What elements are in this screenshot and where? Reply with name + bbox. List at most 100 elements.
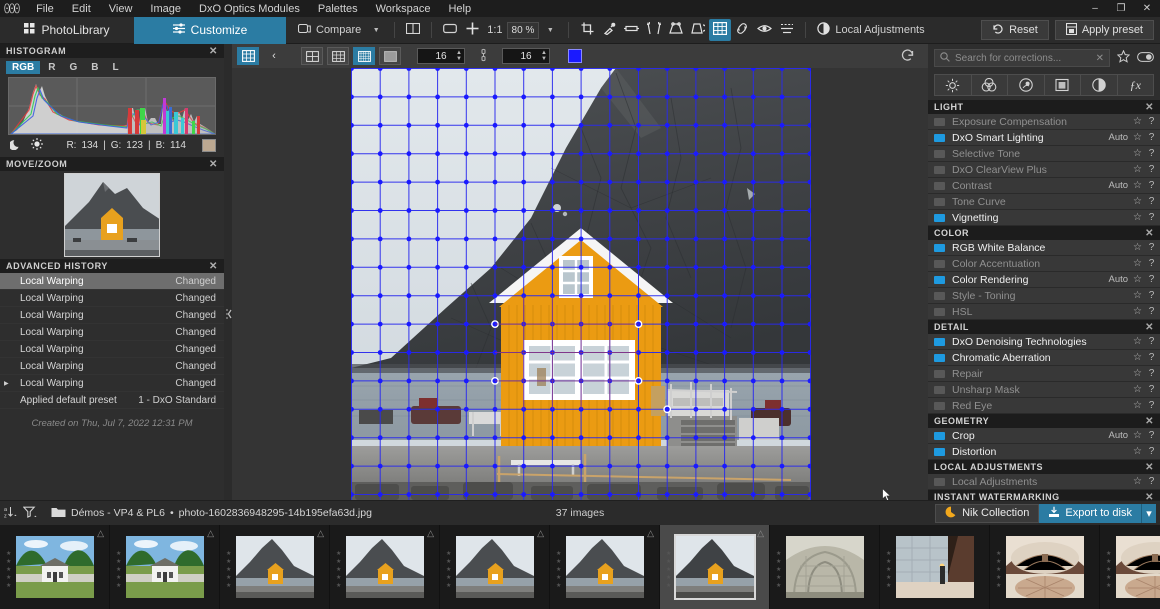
star-icon[interactable]: ☆	[1133, 196, 1148, 207]
menu-item-help[interactable]: Help	[439, 1, 480, 17]
help-icon[interactable]: ?	[1148, 336, 1155, 347]
toggle-switch[interactable]	[934, 182, 945, 190]
eyedropper-tool-button[interactable]	[598, 19, 620, 41]
section-header-color[interactable]: COLOR✕	[928, 226, 1160, 240]
split-view-button[interactable]	[402, 19, 424, 41]
grid-density-medium-button[interactable]	[327, 47, 349, 65]
help-icon[interactable]: ?	[1148, 400, 1155, 411]
help-icon[interactable]: ?	[1148, 290, 1155, 301]
correction-row-rgb-white-balance[interactable]: RGB White Balance☆?	[928, 240, 1160, 256]
compare-dropdown[interactable]: ▼	[365, 19, 387, 41]
correction-row-red-eye[interactable]: Red Eye☆?	[928, 398, 1160, 414]
histogram-tab-r[interactable]: R	[42, 61, 61, 74]
breadcrumb-file[interactable]: photo-1602836948295-14b195efa63d.jpg	[179, 507, 372, 519]
horizon-tool-button[interactable]	[620, 19, 643, 41]
apply-preset-button[interactable]: Apply preset	[1055, 20, 1154, 40]
toggle-switch[interactable]	[934, 134, 945, 142]
rating-stars[interactable]: ★★★★★	[1106, 551, 1111, 589]
help-icon[interactable]: ?	[1148, 242, 1155, 253]
filter-icon[interactable]	[23, 506, 37, 521]
repair-tool-button[interactable]	[731, 19, 753, 41]
category-tab-local-adjustments[interactable]	[1081, 75, 1118, 95]
help-icon[interactable]: ?	[1148, 212, 1155, 223]
toggle-switch[interactable]	[934, 260, 945, 268]
history-row[interactable]: Local WarpingChanged	[0, 324, 224, 341]
correction-row-selective-tone[interactable]: Selective Tone☆?	[928, 146, 1160, 162]
section-header-local-adjustments[interactable]: LOCAL ADJUSTMENTS✕	[928, 460, 1160, 474]
rating-stars[interactable]: ★★★★★	[666, 551, 671, 589]
rating-stars[interactable]: ★★★★★	[556, 551, 561, 589]
close-icon[interactable]: ✕	[209, 261, 218, 272]
close-icon[interactable]: ✕	[209, 159, 218, 170]
menu-item-view[interactable]: View	[100, 1, 142, 17]
star-icon[interactable]: ☆	[1133, 306, 1148, 317]
toggle-switch[interactable]	[934, 198, 945, 206]
reset-arrow-icon[interactable]	[900, 48, 915, 65]
histogram-tab-rgb[interactable]: RGB	[6, 61, 40, 74]
toggle-switch[interactable]	[934, 354, 945, 362]
correction-row-dxo-smart-lighting[interactable]: DxO Smart LightingAuto☆?	[928, 130, 1160, 146]
warp-grid-tool-toggle[interactable]	[237, 47, 259, 65]
help-icon[interactable]: ?	[1148, 116, 1155, 127]
star-icon[interactable]	[1117, 50, 1130, 66]
history-row[interactable]: ▶Local WarpingChanged	[0, 375, 224, 392]
correction-row-style-toning[interactable]: Style - Toning☆?	[928, 288, 1160, 304]
history-row[interactable]: Local WarpingChanged	[0, 341, 224, 358]
maximize-button[interactable]: ❐	[1108, 0, 1134, 17]
rating-stars[interactable]: ★★★★★	[886, 551, 891, 589]
menu-item-file[interactable]: File	[27, 1, 63, 17]
toggle-switch[interactable]	[934, 118, 945, 126]
filmstrip-item[interactable]: ★★★★★ △	[550, 525, 660, 609]
perspective-4pt-button[interactable]	[665, 19, 687, 41]
star-icon[interactable]: ☆	[1133, 132, 1148, 143]
crop-tool-button[interactable]	[576, 19, 598, 41]
star-icon[interactable]: ☆	[1133, 180, 1148, 191]
correction-row-hsl[interactable]: HSL☆?	[928, 304, 1160, 320]
rating-stars[interactable]: ★★★★★	[776, 551, 781, 589]
star-icon[interactable]: ☆	[1133, 274, 1148, 285]
close-icon[interactable]: ✕	[1145, 462, 1154, 473]
correction-row-contrast[interactable]: ContrastAuto☆?	[928, 178, 1160, 194]
category-tab-detail[interactable]	[1008, 75, 1045, 95]
close-icon[interactable]: ✕	[1096, 53, 1104, 64]
histogram-palette-header[interactable]: HISTOGRAM ✕	[0, 44, 224, 58]
toggle-switch[interactable]	[934, 432, 945, 440]
toggle-switch[interactable]	[934, 478, 945, 486]
rating-stars[interactable]: ★★★★★	[226, 551, 231, 589]
filmstrip-item[interactable]: ★★★★★ △	[330, 525, 440, 609]
history-row[interactable]: Local WarpingChanged	[0, 290, 224, 307]
category-tab-light[interactable]	[935, 75, 972, 95]
help-icon[interactable]: ?	[1148, 446, 1155, 457]
tab-customize[interactable]: Customize	[134, 17, 286, 44]
tab-photolibrary[interactable]: PhotoLibrary	[0, 17, 134, 44]
help-icon[interactable]: ?	[1148, 476, 1155, 487]
toggle-switch[interactable]	[934, 370, 945, 378]
help-icon[interactable]: ?	[1148, 430, 1155, 441]
rating-stars[interactable]: ★★★★★	[446, 551, 451, 589]
filmstrip-item[interactable]: ★★★★★	[990, 525, 1100, 609]
grid-columns-input[interactable]: 16 ▲▼	[417, 48, 465, 64]
correction-row-distortion[interactable]: Distortion☆?	[928, 444, 1160, 460]
toggle-switch[interactable]	[934, 308, 945, 316]
search-input[interactable]: Search for corrections... ✕	[934, 49, 1110, 67]
link-icon[interactable]	[479, 48, 488, 65]
preview-eye-button[interactable]	[753, 19, 776, 41]
menu-item-palettes[interactable]: Palettes	[309, 1, 367, 17]
toggle-switch[interactable]	[934, 448, 945, 456]
help-icon[interactable]: ?	[1148, 274, 1155, 285]
grid-density-fine-button[interactable]	[353, 47, 375, 65]
star-icon[interactable]: ☆	[1133, 368, 1148, 379]
help-icon[interactable]: ?	[1148, 352, 1155, 363]
star-icon[interactable]: ☆	[1133, 258, 1148, 269]
menu-item-edit[interactable]: Edit	[63, 1, 100, 17]
star-icon[interactable]: ☆	[1133, 336, 1148, 347]
filmstrip-item[interactable]: ★★★★★ △	[110, 525, 220, 609]
filmstrip[interactable]: ★★★★★ △ ★★★★★ △ ★★★★★ △ ★★★★★ △	[0, 525, 1160, 609]
star-icon[interactable]: ☆	[1133, 164, 1148, 175]
toggle-switch[interactable]	[934, 214, 945, 222]
filmstrip-item[interactable]: ★★★★★	[1100, 525, 1160, 609]
local-warping-tool-button[interactable]	[709, 19, 731, 41]
help-icon[interactable]: ?	[1148, 148, 1155, 159]
toggle-switch[interactable]	[934, 244, 945, 252]
menu-item-workspace[interactable]: Workspace	[367, 1, 440, 17]
